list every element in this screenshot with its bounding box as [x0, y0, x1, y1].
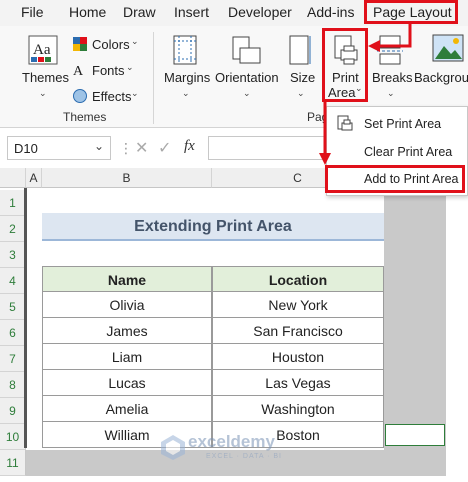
row-header-3[interactable]: 3 — [0, 242, 26, 268]
svg-text:Aa: Aa — [33, 42, 51, 58]
menu-developer[interactable]: Developer — [228, 4, 292, 20]
menu-add-ins[interactable]: Add-ins — [307, 4, 354, 20]
table-cell-name: Amelia — [42, 396, 212, 422]
name-box[interactable]: D10 ⌄ — [7, 136, 111, 160]
select-all-corner[interactable] — [0, 168, 26, 188]
enter-icon[interactable]: ✓ — [158, 138, 171, 158]
chevron-down-icon: ⌄ — [94, 139, 105, 153]
exceldemy-logo-icon — [161, 435, 185, 460]
formula-input[interactable] — [208, 136, 328, 160]
menu-page-layout[interactable]: Page Layout — [373, 4, 452, 20]
print-area-button[interactable]: Area — [328, 85, 355, 100]
effects-icon — [72, 88, 88, 104]
margins-icon — [172, 34, 198, 66]
row-header-11[interactable]: 11 — [0, 450, 26, 476]
non-print-column-d — [384, 188, 446, 450]
table-cell-name: Lucas — [42, 370, 212, 396]
orientation-button[interactable]: Orientation — [215, 70, 279, 85]
row-header-8[interactable]: 8 — [0, 372, 26, 398]
row-header-5[interactable]: 5 — [0, 294, 26, 320]
group-separator — [153, 32, 154, 124]
colors-icon — [72, 36, 88, 52]
set-print-area-icon — [337, 115, 353, 133]
background-icon — [432, 34, 464, 62]
cancel-icon[interactable]: ✕ — [135, 138, 148, 158]
size-icon — [288, 34, 312, 66]
column-header-a[interactable]: A — [26, 168, 42, 188]
insert-function-icon[interactable]: fx — [184, 138, 195, 155]
table-header-location: Location — [212, 266, 384, 292]
name-box-value: D10 — [14, 141, 38, 156]
size-button[interactable]: Size — [290, 70, 315, 85]
effects-button[interactable]: Effects — [92, 89, 132, 104]
row-header-1[interactable]: 1 — [0, 190, 26, 216]
row-header-2[interactable]: 2 — [0, 216, 26, 242]
column-header-b[interactable]: B — [42, 168, 212, 188]
table-header-name: Name — [42, 266, 212, 292]
menu-insert[interactable]: Insert — [174, 4, 209, 20]
clear-print-area-item[interactable]: Clear Print Area — [364, 145, 452, 159]
watermark-name: exceldemy — [188, 432, 275, 451]
table-cell-location: New York — [212, 292, 384, 318]
chevron-down-icon: ⌄ — [39, 88, 47, 98]
table-cell-name: Olivia — [42, 292, 212, 318]
table-cell-name: James — [42, 318, 212, 344]
selected-cell-d10[interactable] — [385, 424, 445, 446]
themes-icon: Aa — [27, 34, 59, 66]
exceldemy-watermark: exceldemy EXCEL · DATA · BI — [160, 432, 310, 468]
breaks-button[interactable]: Breaks — [372, 70, 412, 85]
print-area-dropdown: Set Print Area Clear Print Area Add to P… — [325, 106, 468, 196]
table-cell-location: Washington — [212, 396, 384, 422]
row-header-4[interactable]: 4 — [0, 268, 26, 294]
fonts-button[interactable]: Fonts — [92, 63, 125, 78]
sheet-title: Extending Print Area — [42, 213, 384, 241]
chevron-down-icon: ⌄ — [131, 36, 139, 46]
menu-draw[interactable]: Draw — [123, 4, 156, 20]
breaks-icon — [377, 34, 403, 66]
chevron-down-icon: ⌄ — [243, 88, 251, 98]
menu-file[interactable]: File — [21, 4, 44, 20]
menu-bar: File Home Draw Insert Developer Add-ins … — [0, 0, 468, 26]
row-header-7[interactable]: 7 — [0, 346, 26, 372]
orientation-icon — [230, 34, 262, 66]
chevron-down-icon: ⌄ — [387, 88, 395, 98]
set-print-area-item[interactable]: Set Print Area — [364, 117, 441, 131]
add-to-print-area-item[interactable]: Add to Print Area — [364, 172, 459, 186]
table-cell-location: Las Vegas — [212, 370, 384, 396]
table-cell-location: San Francisco — [212, 318, 384, 344]
chevron-down-icon: ⌄ — [131, 88, 139, 98]
colors-button[interactable]: Colors — [92, 37, 130, 52]
themes-button[interactable]: Themes — [22, 70, 69, 85]
row-header-10[interactable]: 10 — [0, 424, 26, 450]
margins-button[interactable]: Margins — [164, 70, 210, 85]
print-area-icon — [333, 34, 359, 66]
watermark-tagline: EXCEL · DATA · BI — [206, 453, 282, 460]
row-header-6[interactable]: 6 — [0, 320, 26, 346]
chevron-down-icon: ⌄ — [126, 62, 134, 72]
fonts-icon: A — [72, 62, 88, 79]
print-area-left-border — [24, 188, 27, 448]
background-button[interactable]: Background — [414, 70, 468, 85]
chevron-down-icon: ⌄ — [182, 88, 190, 98]
table-cell-location: Houston — [212, 344, 384, 370]
themes-group-title: Themes — [63, 110, 107, 124]
chevron-down-icon: ⌄ — [297, 88, 305, 98]
svg-text:A: A — [73, 64, 84, 78]
chevron-down-icon: ⌄ — [355, 83, 363, 93]
more-options-icon: ⋮ — [119, 140, 133, 156]
table-cell-name: Liam — [42, 344, 212, 370]
menu-home[interactable]: Home — [69, 4, 106, 20]
row-header-9[interactable]: 9 — [0, 398, 26, 424]
